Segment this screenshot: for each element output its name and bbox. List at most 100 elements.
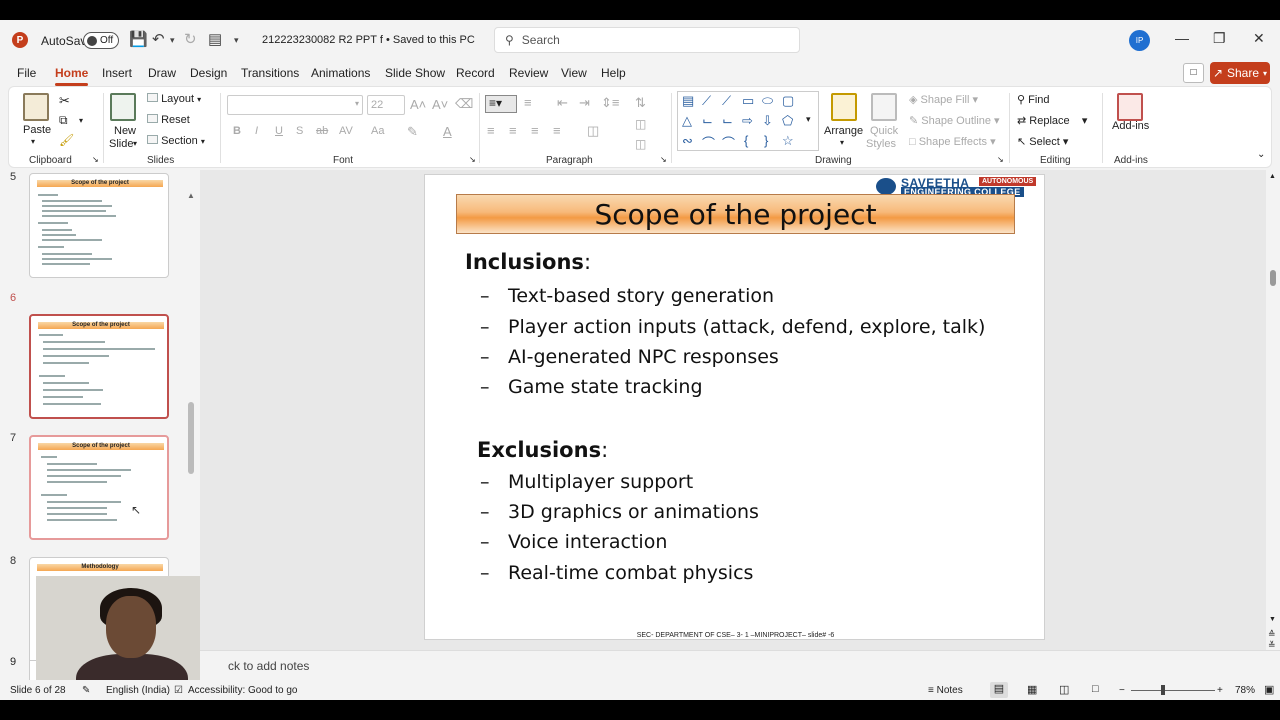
copy-dropdown-icon[interactable]: ▾ — [79, 116, 83, 125]
align-right-icon[interactable]: ≡ — [531, 123, 539, 138]
arrange-dropdown-icon[interactable]: ▾ — [840, 138, 844, 147]
spelling-check-icon[interactable]: ✎ — [82, 685, 90, 696]
restore-icon[interactable]: ❐ — [1213, 30, 1226, 47]
bullet-item[interactable]: – AI-generated NPC responses — [480, 346, 779, 368]
zoom-out-icon[interactable]: − — [1119, 685, 1125, 696]
decrease-indent-icon[interactable]: ⇤ — [557, 95, 568, 111]
bullet-item[interactable]: –3D graphics or animations — [480, 501, 759, 523]
font-name-input[interactable]: ▾ — [227, 95, 363, 115]
tab-design[interactable]: Design — [190, 66, 227, 80]
tab-file[interactable]: File — [17, 66, 36, 80]
tab-slide-show[interactable]: Slide Show — [385, 66, 445, 80]
bold-icon[interactable]: B — [233, 125, 241, 137]
right-arrow-shape-icon[interactable]: ⇨ — [742, 113, 753, 129]
underline-icon[interactable]: U — [275, 125, 283, 137]
smartart-icon[interactable]: ◫ — [635, 137, 646, 151]
arc-shape-icon[interactable]: ⌒ — [722, 133, 735, 152]
italic-icon[interactable]: I — [255, 125, 258, 137]
change-case-icon[interactable]: Aa — [371, 125, 384, 137]
copy-icon[interactable]: ⧉ — [59, 113, 68, 128]
slide-thumbnail-7[interactable]: Scope of the project ↖ — [29, 435, 169, 540]
text-shadow-icon[interactable]: S — [296, 125, 303, 137]
replace-button[interactable]: ⇄ Replace ▾ — [1017, 114, 1087, 127]
decrease-font-icon[interactable]: A˅ — [432, 97, 448, 112]
slide-sorter-icon[interactable]: ▦ — [1027, 683, 1037, 696]
user-avatar[interactable]: IP — [1129, 30, 1150, 51]
align-left-icon[interactable]: ≡ — [487, 123, 495, 138]
bullet-item[interactable]: – Voice interaction — [480, 531, 667, 553]
paste-icon[interactable] — [23, 93, 49, 121]
font-color-icon[interactable]: A — [443, 124, 452, 139]
font-size-input[interactable]: 22 — [367, 95, 405, 115]
bullet-item[interactable]: – Game state tracking — [480, 376, 703, 398]
highlight-icon[interactable]: ✎ — [407, 124, 418, 140]
inclusions-heading[interactable]: Inclusions: — [465, 250, 591, 274]
zoom-in-icon[interactable]: + — [1217, 685, 1223, 696]
freeform-shape-icon[interactable]: ∾ — [682, 133, 693, 149]
document-title[interactable]: 212223230082 R2 PPT f • Saved to this PC — [262, 34, 475, 46]
arrange-icon[interactable] — [831, 93, 857, 121]
accessibility-icon[interactable]: ☑ — [174, 685, 183, 696]
zoom-slider[interactable] — [1131, 690, 1215, 691]
elbow-connector-icon[interactable]: ⌙ — [702, 113, 713, 129]
left-brace-shape-icon[interactable]: { — [744, 133, 748, 148]
exclusions-heading[interactable]: Exclusions: — [477, 438, 608, 462]
quick-styles-label-2[interactable]: Styles — [866, 138, 896, 150]
columns-icon[interactable]: ◫ — [587, 123, 599, 139]
normal-view-icon[interactable]: ▤ — [990, 682, 1008, 698]
rounded-rect-shape-icon[interactable]: ▢ — [782, 93, 794, 109]
current-slide[interactable]: SAVEETHA AUTONOMOUS ENGINEERING COLLEGE … — [424, 174, 1045, 640]
share-button[interactable]: ↗ Share ▾ — [1210, 62, 1270, 84]
scrollbar-thumb[interactable] — [1270, 270, 1276, 286]
down-arrow-shape-icon[interactable]: ⇩ — [762, 113, 773, 129]
search-box[interactable]: ⚲ Search — [494, 27, 800, 53]
drawing-launcher-icon[interactable]: ↘ — [997, 155, 1004, 164]
reset-button[interactable]: Reset — [147, 114, 190, 126]
slide-thumbnail-5[interactable]: Scope of the project — [29, 173, 169, 278]
section-button[interactable]: Section ▾ — [147, 135, 205, 147]
oval-shape-icon[interactable]: ⬭ — [762, 93, 773, 109]
comments-button[interactable]: □ — [1183, 63, 1204, 83]
zoom-level[interactable]: 78% — [1235, 685, 1255, 696]
accessibility-status[interactable]: Accessibility: Good to go — [188, 685, 298, 696]
right-brace-shape-icon[interactable]: } — [764, 133, 768, 148]
slide-counter[interactable]: Slide 6 of 28 — [10, 685, 66, 696]
notes-pane[interactable]: ck to add notes — [200, 650, 1280, 680]
scroll-up-icon[interactable]: ▲ — [1269, 173, 1276, 180]
triangle-shape-icon[interactable]: △ — [682, 113, 692, 129]
language-indicator[interactable]: English (India) — [106, 685, 170, 696]
quick-styles-icon[interactable] — [871, 93, 897, 121]
notes-toggle[interactable]: ≡ Notes — [928, 685, 963, 696]
add-ins-icon[interactable] — [1117, 93, 1143, 121]
pentagon-shape-icon[interactable]: ⬠ — [782, 113, 793, 129]
paste-dropdown-icon[interactable]: ▾ — [31, 137, 35, 146]
save-icon[interactable]: 💾 — [129, 31, 148, 49]
font-launcher-icon[interactable]: ↘ — [469, 155, 476, 164]
paste-button[interactable]: Paste — [23, 124, 51, 136]
shapes-gallery[interactable]: ▤ ⟋ ⟋ ▭ ⬭ ▢ △ ⌙ ⌙ ⇨ ⇩ ⬠ ∾ ⌒ ⌒ { } ☆ ▾ — [677, 91, 819, 151]
bullets-icon[interactable]: ≡▾ — [485, 95, 517, 113]
align-center-icon[interactable]: ≡ — [509, 123, 517, 138]
character-spacing-icon[interactable]: AV — [339, 125, 353, 137]
bullet-item[interactable]: – Real-time combat physics — [480, 562, 753, 584]
undo-icon[interactable]: ↶ — [152, 31, 165, 49]
customize-qat-icon[interactable]: ▾ — [234, 31, 239, 49]
thumbnails-scrollbar[interactable] — [188, 402, 194, 474]
quick-styles-label[interactable]: Quick — [870, 125, 898, 137]
undo-dropdown-icon[interactable]: ▾ — [170, 31, 175, 49]
shapes-more-icon[interactable]: ▾ — [806, 114, 811, 125]
rectangle-shape-icon[interactable]: ▭ — [742, 93, 754, 109]
increase-indent-icon[interactable]: ⇥ — [579, 95, 590, 111]
previous-slide-icon[interactable]: ≙ — [1268, 629, 1276, 640]
star-shape-icon[interactable]: ☆ — [782, 133, 794, 149]
format-painter-icon[interactable]: 🖌 — [59, 133, 74, 147]
line-shape-icon[interactable]: ⟋ — [722, 93, 731, 109]
find-button[interactable]: ⚲ Find — [1017, 93, 1050, 106]
cut-icon[interactable]: ✂ — [59, 93, 70, 109]
paragraph-launcher-icon[interactable]: ↘ — [660, 155, 667, 164]
bullet-item[interactable]: – Multiplayer support — [480, 471, 693, 493]
zoom-slider-handle[interactable] — [1161, 685, 1165, 695]
tab-home[interactable]: Home — [55, 66, 89, 86]
new-slide-label[interactable]: New — [114, 125, 136, 137]
scroll-down-icon[interactable]: ▼ — [1269, 616, 1276, 623]
